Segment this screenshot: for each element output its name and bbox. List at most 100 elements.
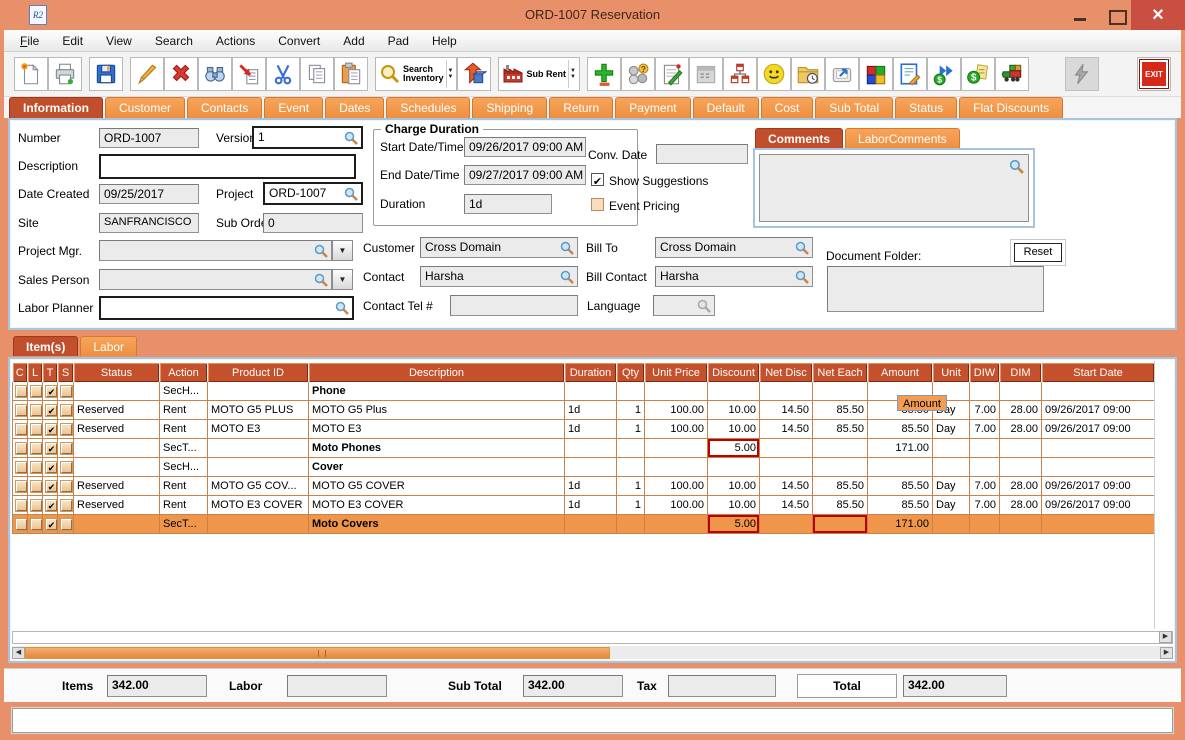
- edit-button[interactable]: [130, 57, 164, 91]
- version-field[interactable]: 1: [252, 126, 363, 149]
- checkbox-checked[interactable]: [46, 385, 57, 397]
- project-lookup-icon[interactable]: [343, 186, 359, 203]
- menu-view[interactable]: View: [103, 33, 135, 49]
- table-hscroll-right-button[interactable]: [1159, 631, 1172, 643]
- close-button[interactable]: [1131, 0, 1185, 30]
- col-qty[interactable]: Qty: [616, 363, 645, 382]
- number-field[interactable]: ORD-1007: [99, 128, 199, 148]
- folder-button[interactable]: [790, 57, 825, 91]
- dollar-notes-button[interactable]: $: [960, 57, 995, 91]
- row-check-l[interactable]: [27, 457, 43, 477]
- col-status[interactable]: Status: [73, 363, 160, 382]
- row-check-l[interactable]: [27, 400, 43, 420]
- copy-button[interactable]: [300, 57, 334, 91]
- col-description[interactable]: Description: [308, 363, 565, 382]
- contact-field[interactable]: Harsha: [420, 266, 578, 287]
- tax-field[interactable]: [668, 675, 776, 697]
- bill-contact-field[interactable]: Harsha: [655, 266, 813, 287]
- menu-pad[interactable]: Pad: [385, 33, 412, 49]
- start-datetime-field[interactable]: 09/26/2017 09:00 AM: [464, 137, 586, 157]
- save-button[interactable]: [89, 57, 123, 91]
- checkbox-checked[interactable]: [46, 480, 57, 492]
- customer-lookup-icon[interactable]: [559, 240, 575, 257]
- checkbox[interactable]: [16, 423, 27, 435]
- checkbox[interactable]: [61, 442, 72, 454]
- row-check-c[interactable]: [12, 438, 28, 458]
- copy-to-button[interactable]: [232, 57, 266, 91]
- row-check-l[interactable]: [27, 419, 43, 439]
- tab-cost[interactable]: Cost: [760, 97, 814, 118]
- site-field[interactable]: SANFRANCISCO: [99, 213, 199, 233]
- row-check-t[interactable]: [42, 400, 58, 420]
- checkbox[interactable]: [61, 404, 72, 416]
- row-check-t[interactable]: [42, 457, 58, 477]
- checkbox[interactable]: [31, 518, 42, 530]
- tab-payment[interactable]: Payment: [615, 97, 691, 118]
- row-check-t[interactable]: [42, 476, 58, 496]
- tab-status[interactable]: Status: [895, 97, 958, 118]
- organization-button[interactable]: [722, 57, 757, 91]
- table-row-selected[interactable]: SecT... Moto Covers 5.00 171.00: [12, 514, 1155, 534]
- flagged-discount-cell[interactable]: 5.00: [707, 438, 760, 458]
- calendar-button[interactable]: [688, 57, 723, 91]
- tab-items[interactable]: Item(s): [13, 336, 79, 356]
- col-duration[interactable]: Duration: [564, 363, 617, 382]
- exit-button[interactable]: EXIT: [1137, 57, 1171, 91]
- row-check-s[interactable]: [57, 419, 74, 439]
- table-row[interactable]: Reserved Rent MOTO E3 MOTO E3 1d 1 100.0…: [12, 419, 1155, 439]
- menu-convert[interactable]: Convert: [275, 33, 323, 49]
- sales-person-dropdown-button[interactable]: [332, 269, 353, 290]
- send-key-button[interactable]: [824, 57, 859, 91]
- checkbox[interactable]: [31, 461, 42, 473]
- labor-total-field[interactable]: [287, 675, 387, 697]
- reset-button[interactable]: Reset: [1014, 243, 1062, 262]
- checkbox-checked[interactable]: [46, 423, 57, 435]
- contact-lookup-icon[interactable]: [559, 269, 575, 286]
- total-field[interactable]: 342.00: [903, 675, 1007, 697]
- language-lookup-icon[interactable]: [696, 298, 712, 315]
- checkbox[interactable]: [16, 499, 27, 511]
- panel-hscrollbar[interactable]: [12, 645, 1173, 659]
- tab-schedules[interactable]: Schedules: [386, 97, 471, 118]
- col-unit[interactable]: Unit: [932, 363, 970, 382]
- sub-orders-field[interactable]: 0: [263, 213, 363, 233]
- row-check-c[interactable]: [12, 514, 28, 534]
- tab-customer[interactable]: Customer: [105, 97, 186, 118]
- hscroll-thumb[interactable]: [25, 646, 610, 659]
- col-s[interactable]: S: [57, 363, 74, 382]
- end-datetime-field[interactable]: 09/27/2017 09:00 AM: [464, 165, 586, 185]
- row-check-l[interactable]: [27, 476, 43, 496]
- checkbox-checked[interactable]: [46, 461, 57, 473]
- checkbox[interactable]: [61, 499, 72, 511]
- row-check-s[interactable]: [57, 514, 74, 534]
- checkbox[interactable]: [61, 423, 72, 435]
- checkbox[interactable]: [61, 461, 72, 473]
- print-button[interactable]: [48, 57, 82, 91]
- col-start-date[interactable]: Start Date: [1041, 363, 1155, 382]
- project-mgr-dropdown-button[interactable]: [332, 240, 353, 261]
- table-row[interactable]: SecT... Moto Phones 5.00 171.00: [12, 438, 1155, 458]
- row-check-l[interactable]: [27, 495, 43, 515]
- table-row[interactable]: Reserved Rent MOTO G5 COV... MOTO G5 COV…: [12, 476, 1155, 496]
- col-net-disc[interactable]: Net Disc: [759, 363, 813, 382]
- comments-lookup-icon[interactable]: [1008, 158, 1025, 178]
- flagged-net-each-cell[interactable]: [812, 514, 868, 534]
- col-net-each[interactable]: Net Each: [812, 363, 868, 382]
- tab-event[interactable]: Event: [264, 97, 324, 118]
- table-hscrollbar[interactable]: [12, 631, 1173, 644]
- maximize-button[interactable]: [1104, 6, 1130, 26]
- bill-to-field[interactable]: Cross Domain: [655, 237, 813, 258]
- table-row[interactable]: SecH... Cover: [12, 457, 1155, 477]
- date-created-field[interactable]: 09/25/2017: [99, 184, 199, 204]
- people-query-button[interactable]: ?: [620, 57, 655, 91]
- title-bar[interactable]: ORD-1007 Reservation R2: [0, 0, 1185, 30]
- new-document-button[interactable]: [14, 57, 48, 91]
- vertical-scrollbar-track[interactable]: [1154, 361, 1173, 629]
- labor-planner-lookup-icon[interactable]: [334, 300, 350, 318]
- goods-transfer-button[interactable]: [457, 57, 492, 91]
- checkbox[interactable]: [16, 404, 27, 416]
- sub-total-field[interactable]: 342.00: [523, 675, 623, 697]
- duration-field[interactable]: 1d: [464, 194, 552, 214]
- checkbox[interactable]: [16, 461, 27, 473]
- add-item-button[interactable]: [586, 57, 621, 91]
